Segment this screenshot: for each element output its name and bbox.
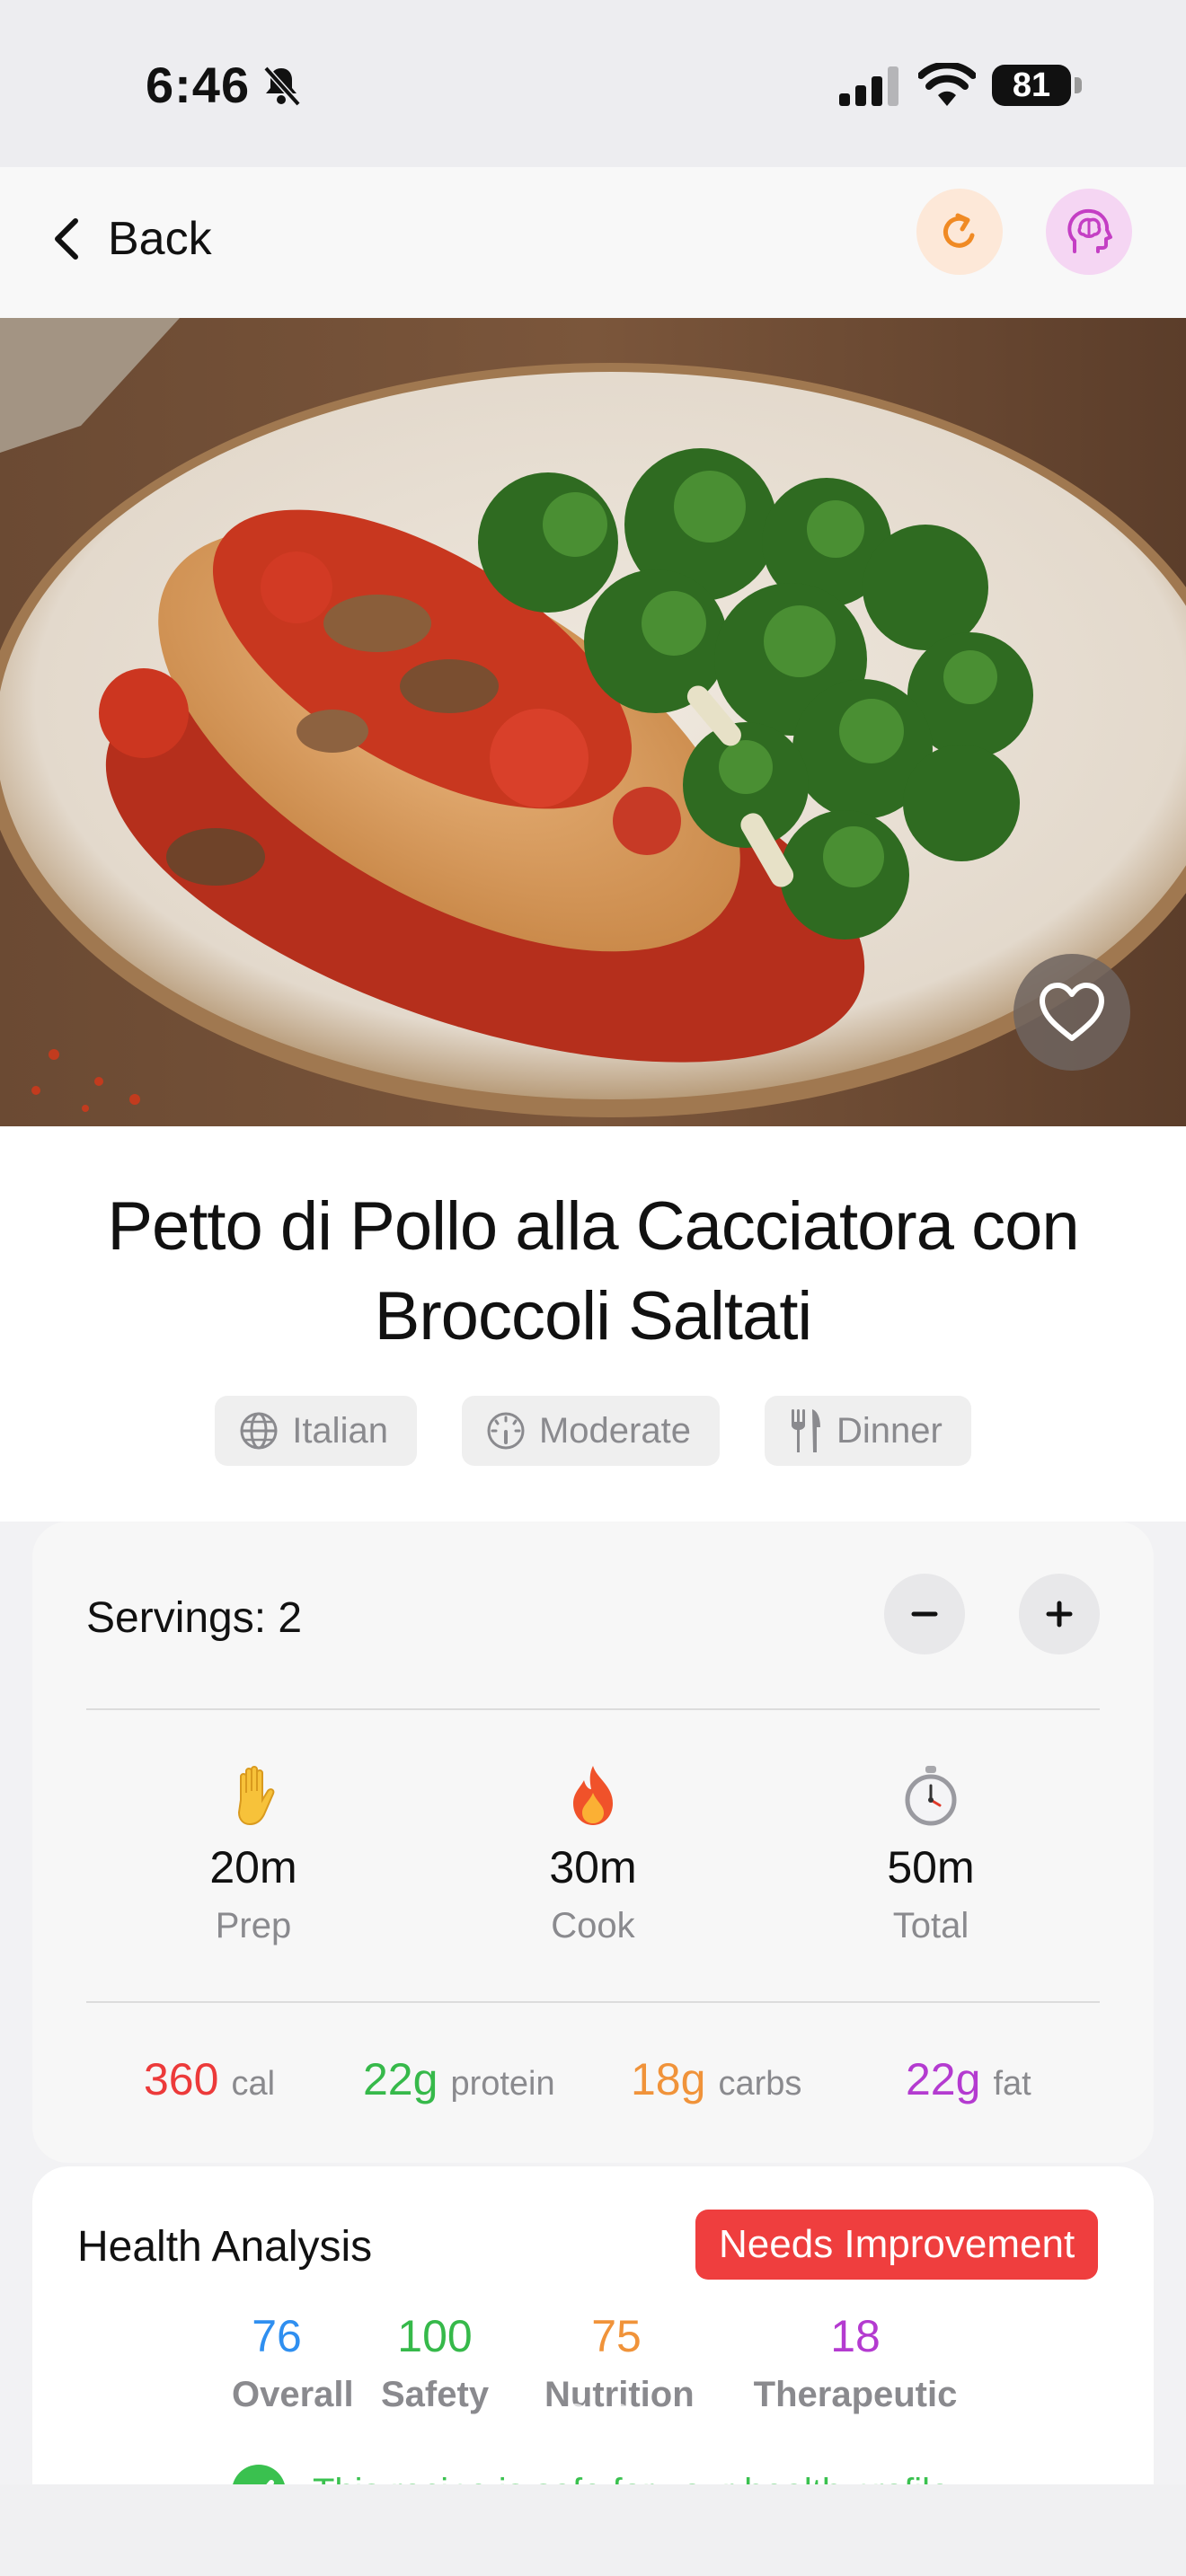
fat-unit: fat [993,2065,1031,2103]
tag-meal: Dinner [764,1396,971,1466]
macro-calories: 360 cal [144,2053,275,2105]
minus-icon [911,1611,938,1617]
tag-cuisine-label: Italian [292,1410,388,1451]
favorite-button[interactable] [1013,954,1130,1071]
score-therapeutic: 18 Therapeutic [739,2310,972,2415]
prep-time: 20m Prep [119,1764,388,1946]
regenerate-button[interactable] [916,189,1003,275]
refresh-icon [943,213,975,248]
cook-time: 30m Cook [458,1764,728,1946]
therapeutic-score-label: Therapeutic [753,2375,958,2414]
protein-unit: protein [450,2065,555,2103]
health-analysis-title: Health Analysis [77,2223,373,2271]
fire-emoji-icon [573,1766,613,1825]
recipe-photo [0,318,1186,1126]
servings-label: Servings: 2 [86,1594,303,1642]
score-safety: 100 Safety [381,2310,489,2415]
cook-time-label: Cook [551,1906,635,1945]
tag-meal-label: Dinner [836,1410,943,1451]
total-time: 50m Total [796,1764,1066,1946]
battery-cap [1075,77,1082,93]
stopwatch-emoji-icon [905,1766,957,1826]
safety-score-label: Safety [381,2375,490,2414]
overall-score-label: Overall [232,2375,354,2414]
bell-slash-icon [263,66,301,107]
macro-protein: 22g protein [363,2053,555,2105]
macro-carbs: 18g carbs [631,2053,801,2105]
score-nutrition: 75 Nutrition [544,2310,695,2415]
health-analysis-card[interactable]: Health Analysis Needs Improvement 76 Ove… [32,2166,1154,2526]
status-bar: 6:46 81 [0,0,1186,167]
overall-score-value: 76 [252,2311,302,2361]
health-status-badge: Needs Improvement [695,2210,1099,2280]
protein-value: 22g [363,2054,438,2104]
calories-unit: cal [231,2065,276,2103]
cook-time-value: 30m [549,1842,637,1892]
globe-icon [240,1412,278,1450]
total-time-value: 50m [887,1842,975,1892]
divider [86,1708,1100,1710]
page-indicator [521,2404,631,2427]
tag-difficulty-label: Moderate [538,1410,691,1451]
wifi-icon [918,63,976,106]
nutrition-score-value: 75 [591,2311,642,2361]
servings-card: Servings: 2 20m Prep 30m Cook 50m Total … [32,1522,1154,2163]
back-button[interactable]: Back [50,203,212,275]
recipe-title: Petto di Pollo alla Cacciatora con Brocc… [107,1188,1079,1354]
heart-icon [1040,983,1104,1041]
carbs-value: 18g [631,2054,706,2104]
status-time: 6:46 [146,57,251,113]
tag-cuisine: Italian [215,1396,417,1466]
bottom-safe-area [0,2484,1186,2576]
score-overall: 76 Overall [232,2310,354,2415]
safety-score-value: 100 [397,2311,473,2361]
prep-time-value: 20m [209,1842,297,1892]
ai-analysis-button[interactable] [1046,189,1132,275]
cellular-signal-icon [839,66,898,106]
back-label: Back [108,213,212,265]
recipe-tags: Italian Moderate Dinner [0,1396,1186,1466]
fork-knife-icon [791,1409,820,1452]
fat-value: 22g [906,2054,981,2104]
tag-difficulty: Moderate [461,1396,720,1466]
page-dot [607,2404,631,2427]
decrease-servings-button[interactable] [884,1574,965,1654]
page-dot [564,2404,588,2427]
battery-indicator: 81 [992,65,1071,106]
increase-servings-button[interactable] [1019,1574,1100,1654]
calories-value: 360 [144,2054,219,2104]
chevron-left-icon [55,218,78,260]
hand-emoji-icon [237,1766,275,1826]
prep-time-label: Prep [215,1906,292,1945]
brain-head-icon [1067,208,1112,253]
macro-fat: 22g fat [906,2053,1031,2105]
therapeutic-score-value: 18 [830,2311,881,2361]
page-dot [521,2404,544,2427]
carbs-unit: carbs [718,2065,802,2103]
recipe-header: Petto di Pollo alla Cacciatora con Brocc… [0,1126,1186,1522]
navigation-bar: Back [0,167,1186,318]
plus-icon [1046,1601,1073,1628]
divider [86,2001,1100,2003]
total-time-label: Total [892,1906,969,1945]
gauge-icon [487,1412,525,1450]
